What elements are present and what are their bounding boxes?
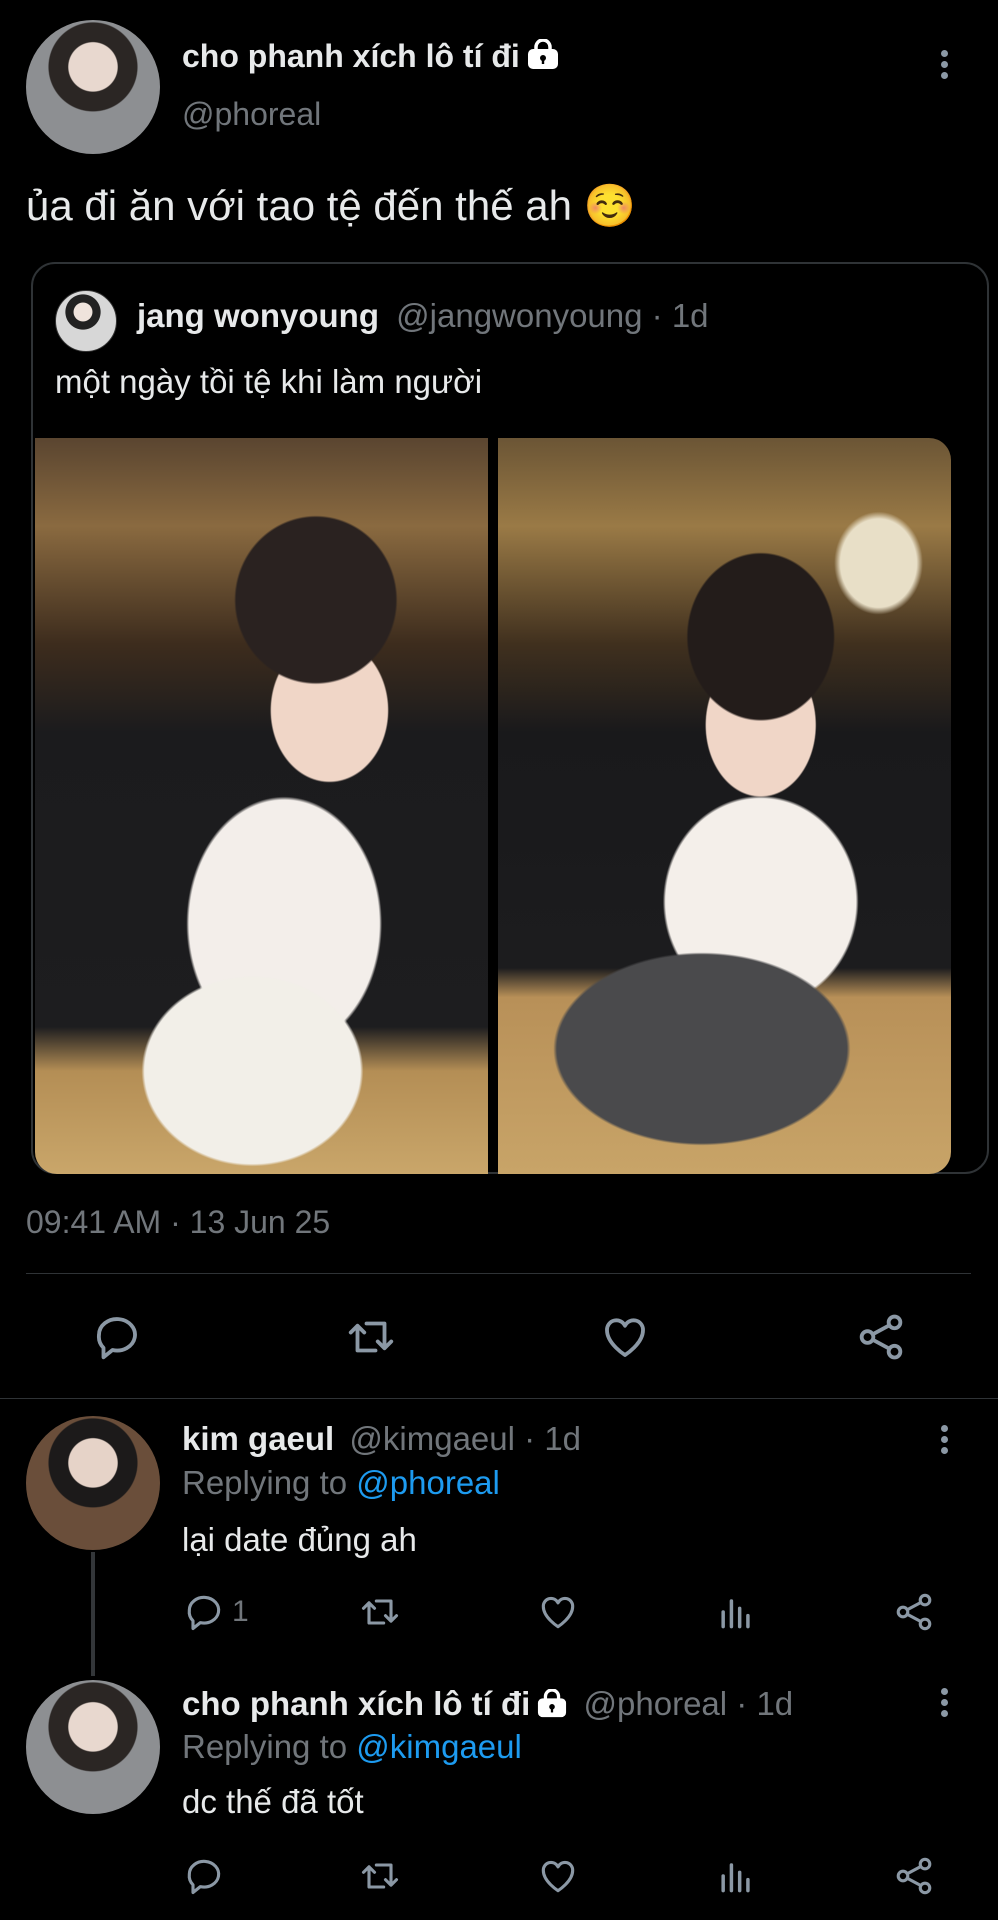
like-icon[interactable] — [598, 1310, 652, 1364]
quoted-photo-1[interactable] — [35, 438, 488, 1174]
share-icon[interactable] — [854, 1310, 908, 1364]
reply-1-header: kim gaeul @kimgaeul · 1d — [182, 1419, 581, 1459]
reply-2-age: · 1d — [736, 1685, 794, 1722]
more-options-button[interactable] — [929, 44, 959, 84]
reply-2-header: cho phanh xích lô tí đi @phoreal · 1d — [182, 1684, 793, 1728]
reply-1-replying-line: Replying to @phoreal — [182, 1463, 500, 1503]
quoted-author-avatar[interactable] — [55, 290, 117, 352]
reply-2-replying-line: Replying to @kimgaeul — [182, 1727, 522, 1767]
reply-1-author-name[interactable]: kim gaeul — [182, 1420, 334, 1457]
reply-1-like-icon[interactable] — [536, 1590, 580, 1634]
reply-2-more-button[interactable] — [929, 1682, 959, 1722]
reply-2-replying-to[interactable]: @kimgaeul — [356, 1728, 522, 1765]
reply-1-avatar[interactable] — [26, 1416, 160, 1550]
reply-2-analytics-icon[interactable] — [714, 1854, 758, 1898]
reply-2-replying-prefix: Replying to — [182, 1728, 348, 1765]
reply-2-handle[interactable]: @phoreal — [584, 1685, 728, 1722]
reply-2-reply-icon[interactable] — [182, 1854, 226, 1898]
lock-icon — [526, 38, 560, 80]
reply-icon[interactable] — [90, 1310, 144, 1364]
reply-2-share-icon[interactable] — [892, 1854, 936, 1898]
reply-1-analytics-icon[interactable] — [714, 1590, 758, 1634]
thread-line — [91, 1552, 95, 1676]
reply-1-handle[interactable]: @kimgaeul — [349, 1420, 515, 1457]
reply-1-reply-count: 1 — [232, 1595, 249, 1628]
author-name-row[interactable]: cho phanh xích lô tí đi — [182, 36, 560, 80]
reply-1-more-button[interactable] — [929, 1419, 959, 1459]
reply-1-reply-icon[interactable]: 1 — [182, 1590, 249, 1634]
reply-2-text: dc thế đã tốt — [182, 1783, 364, 1820]
tweet-text: ủa đi ăn với tao tệ đến thế ah ☺️ — [26, 182, 636, 229]
lock-icon — [536, 1688, 568, 1728]
reply-1-replying-prefix: Replying to — [182, 1464, 348, 1501]
reply-1-retweet-icon[interactable] — [356, 1590, 404, 1634]
quoted-author-handle[interactable]: @jangwonyoung — [396, 297, 642, 334]
quoted-age: · 1d — [651, 297, 709, 334]
reply-1-share-icon[interactable] — [892, 1590, 936, 1634]
quoted-author-name[interactable]: jang wonyoung — [137, 297, 379, 334]
timestamp-divider — [26, 1273, 971, 1274]
reply-2-avatar[interactable] — [26, 1680, 160, 1814]
quoted-text: một ngày tồi tệ khi làm người — [55, 363, 483, 400]
reply-1-replying-to[interactable]: @phoreal — [356, 1464, 500, 1501]
reply-1-age: · 1d — [524, 1420, 582, 1457]
reply-2-like-icon[interactable] — [536, 1854, 580, 1898]
actions-divider — [0, 1398, 998, 1399]
tweet-timestamp[interactable]: 09:41 AM · 13 Jun 25 — [26, 1202, 330, 1242]
author-avatar[interactable] — [26, 20, 160, 154]
author-handle[interactable]: @phoreal — [182, 94, 321, 134]
quoted-photo-2[interactable] — [498, 438, 951, 1174]
quoted-header: jang wonyoung @jangwonyoung · 1d — [137, 296, 709, 336]
reply-1-text: lại date đủng ah — [182, 1521, 417, 1558]
reply-2-retweet-icon[interactable] — [356, 1854, 404, 1898]
reply-2-author-name[interactable]: cho phanh xích lô tí đi — [182, 1685, 530, 1722]
author-name: cho phanh xích lô tí đi — [182, 38, 520, 74]
retweet-icon[interactable] — [342, 1310, 400, 1364]
quoted-tweet[interactable]: jang wonyoung @jangwonyoung · 1d một ngà… — [31, 262, 989, 1174]
